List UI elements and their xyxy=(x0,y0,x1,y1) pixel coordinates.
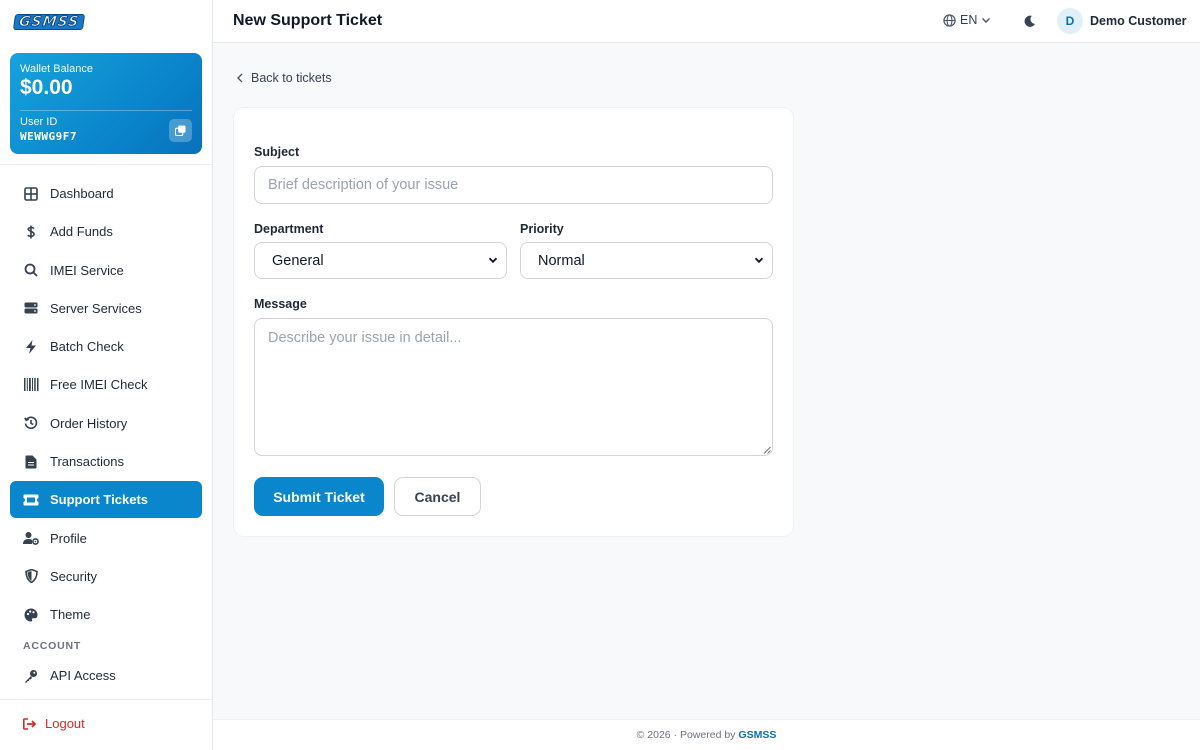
key-icon xyxy=(23,668,39,684)
sidebar-item-dashboard[interactable]: Dashboard xyxy=(10,175,202,212)
priority-select-wrapper: Normal xyxy=(520,242,773,279)
priority-label: Priority xyxy=(520,222,564,236)
bolt-icon xyxy=(23,339,39,355)
sidebar-item-label: IMEI Service xyxy=(50,262,124,278)
chevron-down-icon xyxy=(982,18,991,23)
sidebar-item-label: Support Tickets xyxy=(50,492,149,508)
wallet-divider xyxy=(20,110,192,111)
message-label: Message xyxy=(254,297,307,311)
sidebar-item-security[interactable]: Security xyxy=(10,558,202,595)
sidebar-item-label: API Access xyxy=(50,668,116,684)
user-id-label: User ID xyxy=(20,116,58,128)
back-to-tickets-link[interactable]: Back to tickets xyxy=(236,71,332,85)
dollar-icon xyxy=(23,224,39,240)
department-select-wrapper: General xyxy=(254,242,507,279)
wallet-balance-value: $0.00 xyxy=(20,76,73,99)
subject-input[interactable] xyxy=(254,166,773,204)
user-name: Demo Customer xyxy=(1090,14,1187,28)
priority-select[interactable]: Normal xyxy=(520,242,773,279)
submit-ticket-button[interactable]: Submit Ticket xyxy=(254,477,384,516)
sidebar-item-label: Transactions xyxy=(50,454,124,470)
history-icon xyxy=(23,415,39,431)
shield-icon xyxy=(23,568,39,584)
sidebar-nav: Dashboard Add Funds IMEI Service Server … xyxy=(10,175,202,696)
grid-icon xyxy=(23,186,39,202)
file-icon xyxy=(23,454,39,470)
footer: © 2026 · Powered by GSMSS xyxy=(213,719,1200,750)
cancel-button[interactable]: Cancel xyxy=(394,477,481,516)
user-id-value: WEWWG9F7 xyxy=(20,130,77,143)
avatar: D xyxy=(1057,8,1083,34)
sidebar-item-label: Order History xyxy=(50,415,128,431)
copy-user-id-button[interactable] xyxy=(169,119,192,142)
sidebar-item-imei-service[interactable]: IMEI Service xyxy=(10,252,202,289)
logout-button[interactable]: Logout xyxy=(23,716,85,731)
back-link-label: Back to tickets xyxy=(251,71,332,85)
sidebar-item-profile[interactable]: Profile xyxy=(10,520,202,557)
top-header: New Support Ticket EN D Demo Customer xyxy=(213,0,1200,43)
dark-mode-toggle[interactable] xyxy=(1021,13,1037,29)
sidebar-divider xyxy=(0,164,212,165)
wallet-balance-label: Wallet Balance xyxy=(20,63,93,75)
chevron-left-icon xyxy=(237,73,243,83)
language-label: EN xyxy=(960,13,978,27)
message-textarea[interactable] xyxy=(254,318,773,456)
brand-logo-text: GSMSS xyxy=(12,14,86,31)
sidebar-item-label: Dashboard xyxy=(50,186,114,201)
palette-icon xyxy=(23,607,39,623)
globe-icon xyxy=(943,13,956,27)
sidebar-item-server-services[interactable]: Server Services xyxy=(10,290,202,327)
logout-icon xyxy=(23,717,36,730)
department-select[interactable]: General xyxy=(254,242,507,279)
sidebar-item-support-tickets[interactable]: Support Tickets xyxy=(10,481,202,519)
ticket-icon xyxy=(23,492,39,508)
copy-icon xyxy=(175,125,186,136)
sidebar-item-label: Theme xyxy=(50,607,91,623)
sidebar-item-add-funds[interactable]: Add Funds xyxy=(10,213,202,250)
sidebar-item-label: Free IMEI Check xyxy=(50,377,148,393)
language-selector[interactable]: EN xyxy=(943,13,991,27)
sidebar-item-theme[interactable]: Theme xyxy=(10,596,202,633)
user-menu[interactable]: D Demo Customer xyxy=(1057,8,1187,34)
user-gear-icon xyxy=(23,530,39,546)
brand-logo[interactable]: GSMSS xyxy=(12,13,86,31)
sidebar: GSMSS Wallet Balance $0.00 User ID WEWWG… xyxy=(0,0,213,750)
sidebar-item-label: Security xyxy=(50,568,97,584)
sidebar-item-api-access[interactable]: API Access xyxy=(10,657,202,694)
footer-copyright: © 2026 · Powered by xyxy=(636,729,736,741)
moon-icon xyxy=(1024,15,1035,27)
barcode-icon xyxy=(23,377,39,393)
sidebar-item-transactions[interactable]: Transactions xyxy=(10,443,202,480)
sidebar-divider xyxy=(0,699,212,700)
sidebar-item-label: Add Funds xyxy=(50,224,113,240)
sidebar-item-label: Batch Check xyxy=(50,339,124,355)
department-label: Department xyxy=(254,222,324,236)
sidebar-item-label: Profile xyxy=(50,530,87,546)
subject-label: Subject xyxy=(254,145,300,159)
sidebar-section-account: ACCOUNT xyxy=(23,640,82,653)
server-icon xyxy=(23,300,39,316)
wallet-card: Wallet Balance $0.00 User ID WEWWG9F7 xyxy=(10,53,202,154)
logout-label: Logout xyxy=(45,716,85,731)
page-title: New Support Ticket xyxy=(233,12,383,29)
footer-brand-link[interactable]: GSMSS xyxy=(738,729,776,741)
sidebar-item-order-history[interactable]: Order History xyxy=(10,405,202,442)
sidebar-item-batch-check[interactable]: Batch Check xyxy=(10,328,202,365)
new-ticket-form: Subject Department General Priority Norm… xyxy=(234,108,793,536)
sidebar-item-free-imei-check[interactable]: Free IMEI Check xyxy=(10,366,202,403)
search-icon xyxy=(23,262,39,278)
sidebar-item-label: Server Services xyxy=(50,300,142,316)
